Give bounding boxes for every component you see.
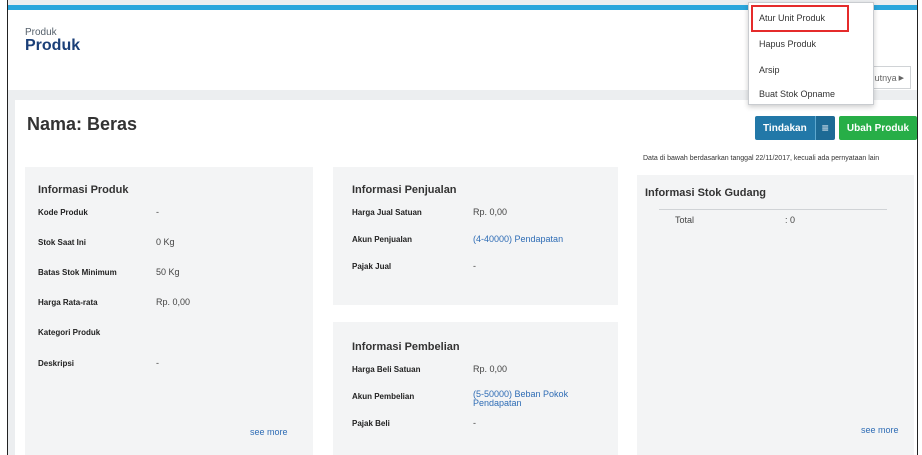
stok-saat-ini-value: 0 Kg — [156, 237, 175, 247]
harga-rata-label: Harga Rata-rata — [38, 298, 98, 307]
ubah-produk-button[interactable]: Ubah Produk — [839, 116, 917, 140]
info-stok-panel: Informasi Stok Gudang Total : 0 see more — [637, 175, 914, 455]
menu-item-buat-stok-opname[interactable]: Buat Stok Opname — [759, 89, 835, 99]
stok-see-more-link[interactable]: see more — [861, 425, 899, 435]
product-name-title: Nama: Beras — [27, 114, 138, 134]
kategori-produk-label: Kategori Produk — [38, 328, 101, 337]
info-pembelian-panel: Informasi Pembelian Harga Beli Satuan Rp… — [333, 322, 618, 455]
stok-total-label: Total — [675, 215, 695, 225]
deskripsi-label: Deskripsi — [38, 359, 75, 368]
menu-item-hapus-produk[interactable]: Hapus Produk — [759, 39, 816, 49]
pajak-beli-value: - — [473, 418, 476, 428]
akun-penjualan-label: Akun Penjualan — [352, 235, 413, 244]
akun-pembelian-label: Akun Pembelian — [352, 392, 415, 401]
see-more-link[interactable]: see more — [250, 427, 288, 437]
batas-stok-value: 50 Kg — [156, 267, 180, 277]
next-label: jutnya — [872, 72, 897, 83]
info-produk-panel: Informasi Produk Kode Produk - Stok Saat… — [25, 167, 313, 455]
pajak-jual-label: Pajak Jual — [352, 262, 392, 271]
kode-produk-value: - — [156, 207, 159, 217]
menu-item-atur-unit[interactable]: Atur Unit Produk — [759, 13, 825, 23]
chevron-right-icon: ▶ — [898, 74, 904, 82]
harga-beli-value: Rp. 0,00 — [473, 364, 508, 374]
batas-stok-label: Batas Stok Minimum — [38, 268, 117, 277]
akun-pembelian-link[interactable]: (5-50000) Beban Pokok Pendapatan — [473, 390, 603, 408]
app-frame: Produk Produk jutnya ▶ Nama: Beras Tinda… — [7, 0, 918, 455]
stok-total-value: : 0 — [785, 215, 796, 225]
akun-penjualan-link[interactable]: (4-40000) Pendapatan — [473, 234, 563, 244]
harga-beli-label: Harga Beli Satuan — [352, 365, 421, 374]
kode-produk-label: Kode Produk — [38, 208, 88, 217]
date-note: Data di bawah berdasarkan tanggal 22/11/… — [643, 155, 880, 162]
tindakan-dropdown-menu: Atur Unit Produk Hapus Produk Arsip Buat… — [748, 2, 874, 105]
info-pembelian-title: Informasi Pembelian — [352, 341, 460, 353]
info-penjualan-panel: Informasi Penjualan Harga Jual Satuan Rp… — [333, 167, 618, 305]
tindakan-button[interactable]: Tindakan — [755, 116, 815, 140]
harga-jual-label: Harga Jual Satuan — [352, 208, 422, 217]
page-title: Produk — [25, 37, 81, 54]
info-stok-title: Informasi Stok Gudang — [645, 187, 767, 199]
menu-icon[interactable]: ≡ — [814, 116, 835, 140]
info-produk-title: Informasi Produk — [38, 184, 129, 196]
harga-jual-value: Rp. 0,00 — [473, 207, 508, 217]
menu-item-arsip[interactable]: Arsip — [759, 65, 780, 75]
info-penjualan-title: Informasi Penjualan — [352, 184, 457, 196]
harga-rata-value: Rp. 0,00 — [156, 297, 191, 307]
stok-divider — [659, 209, 887, 210]
pajak-jual-value: - — [473, 261, 476, 271]
pajak-beli-label: Pajak Beli — [352, 419, 390, 428]
product-detail-card: Nama: Beras Tindakan ≡ Ubah Produk Data … — [15, 100, 917, 455]
tindakan-button-group: Tindakan ≡ — [755, 116, 835, 140]
stok-saat-ini-label: Stok Saat Ini — [38, 238, 87, 247]
deskripsi-value: - — [156, 358, 159, 368]
